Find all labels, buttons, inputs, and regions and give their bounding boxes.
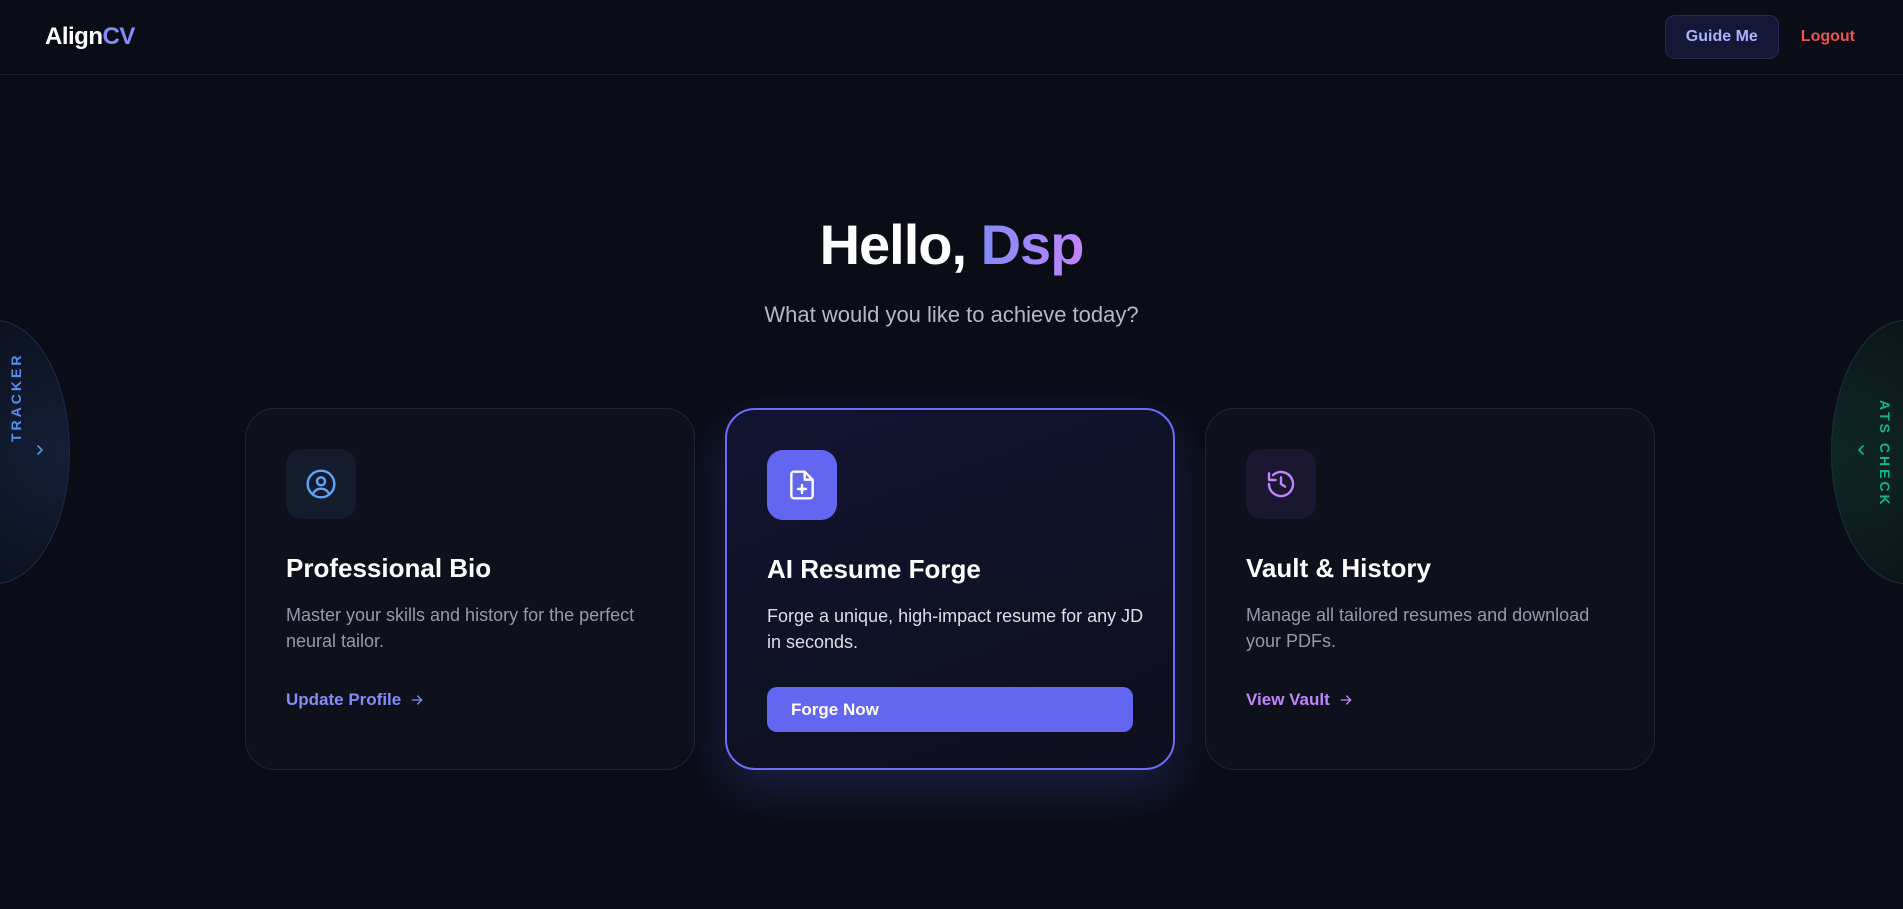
tracker-tab-label: TRACKER bbox=[8, 352, 24, 442]
history-icon bbox=[1246, 449, 1316, 519]
user-name: Dsp bbox=[980, 213, 1085, 276]
user-circle-icon bbox=[286, 449, 356, 519]
view-vault-label: View Vault bbox=[1246, 690, 1330, 709]
view-vault-link[interactable]: View Vault bbox=[1246, 690, 1354, 710]
ats-check-tab-label: ATS CHECK bbox=[1877, 400, 1893, 508]
guide-me-button[interactable]: Guide Me bbox=[1664, 15, 1779, 59]
logo-align: Align bbox=[45, 23, 103, 50]
forge-now-button[interactable]: Forge Now bbox=[767, 687, 1133, 732]
app-logo[interactable]: AlignCV bbox=[45, 23, 135, 51]
header-actions: Guide Me Logout bbox=[1664, 15, 1855, 59]
logo-cv: CV bbox=[102, 23, 136, 50]
file-plus-icon bbox=[767, 450, 837, 520]
chevron-right-icon bbox=[37, 445, 43, 455]
logout-button[interactable]: Logout bbox=[1801, 28, 1855, 46]
professional-bio-card[interactable]: Professional Bio Master your skills and … bbox=[245, 408, 695, 770]
arrow-right-icon bbox=[411, 695, 423, 705]
vault-history-card[interactable]: Vault & History Manage all tailored resu… bbox=[1205, 408, 1655, 770]
chevron-left-icon bbox=[1858, 445, 1864, 455]
update-profile-link[interactable]: Update Profile bbox=[286, 690, 425, 710]
card-description: Manage all tailored resumes and download… bbox=[1246, 605, 1590, 651]
top-nav: AlignCV Guide Me Logout bbox=[0, 0, 1903, 75]
card-description: Master your skills and history for the p… bbox=[286, 605, 635, 651]
greeting-title: Hello, Dsp bbox=[0, 212, 1903, 277]
card-description: Forge a unique, high-impact resume for a… bbox=[767, 606, 1144, 652]
card-title: Vault & History bbox=[1246, 553, 1431, 583]
ai-resume-forge-card[interactable]: AI Resume Forge Forge a unique, high-imp… bbox=[725, 408, 1175, 770]
card-title: Professional Bio bbox=[286, 553, 492, 583]
card-title: AI Resume Forge bbox=[767, 554, 981, 584]
update-profile-label: Update Profile bbox=[286, 690, 402, 709]
greeting-subtitle: What would you like to achieve today? bbox=[764, 302, 1139, 327]
arrow-right-icon bbox=[1340, 695, 1352, 705]
greeting-text: Hello, bbox=[819, 213, 981, 276]
